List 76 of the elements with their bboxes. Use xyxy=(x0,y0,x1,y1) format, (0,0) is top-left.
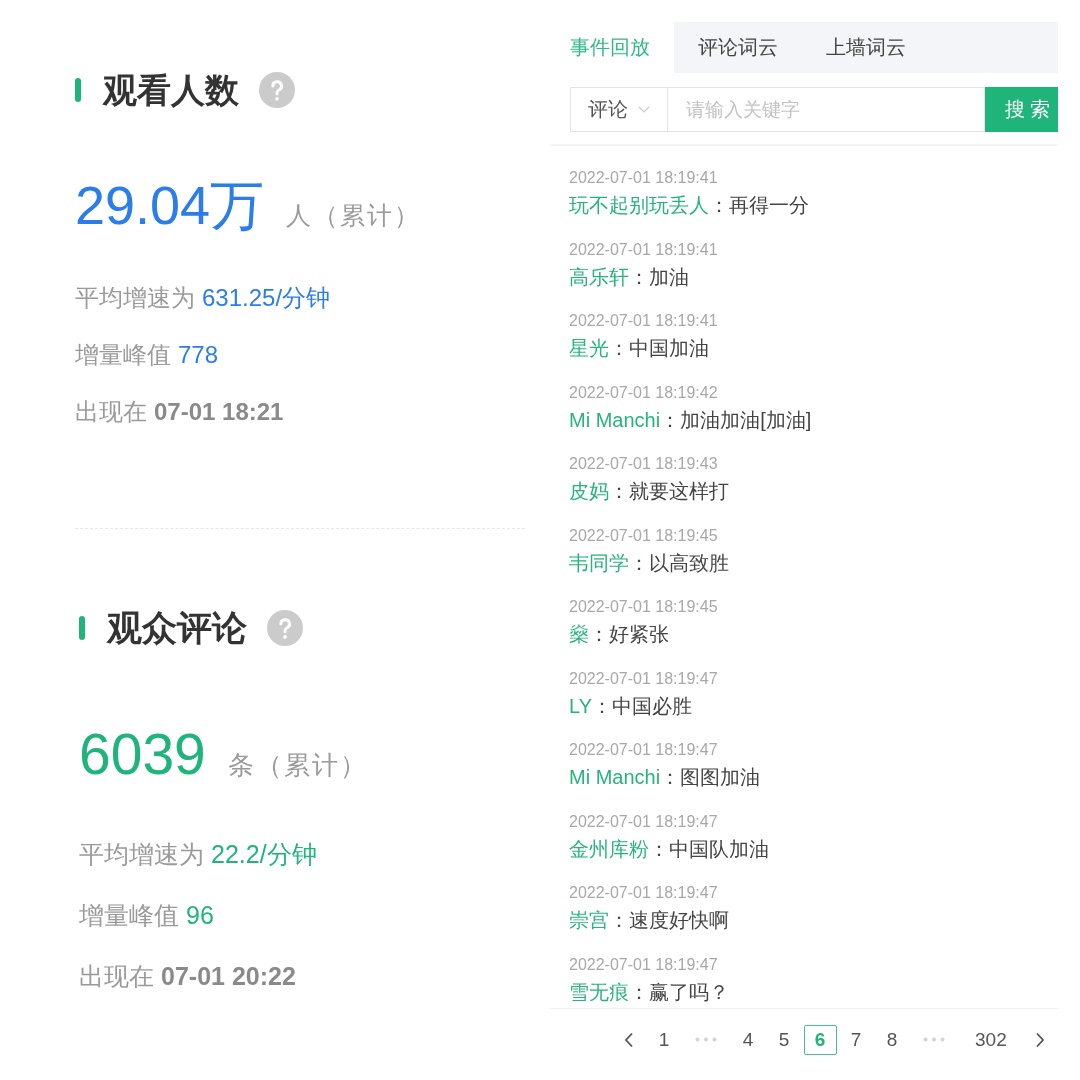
help-icon[interactable] xyxy=(267,610,303,646)
comment-time: 2022-07-01 18:19:43 xyxy=(569,454,718,474)
comment-time: 2022-07-01 18:19:47 xyxy=(569,668,718,689)
comment-text: ：图图加油 xyxy=(660,766,761,788)
comment-text: ：以高致胜 xyxy=(629,551,729,574)
page-number[interactable]: 8 xyxy=(875,1024,909,1055)
stat-label: 增量峰值 xyxy=(75,340,171,370)
user-name[interactable]: 雪无痕 xyxy=(569,980,629,1003)
comment-text: ：中国队加油 xyxy=(649,837,769,860)
comment-text: ：就要这样打 xyxy=(609,480,729,502)
stat-unit: 人（累计） xyxy=(286,200,422,231)
user-name[interactable]: 皮妈 xyxy=(569,480,609,502)
comment-text: ：赢了吗？ xyxy=(629,980,729,1003)
page-number[interactable]: 5 xyxy=(767,1024,801,1055)
user-name[interactable]: 玩不起别玩丢人 xyxy=(569,194,709,216)
stat-value: 96 xyxy=(186,900,214,931)
page-number[interactable]: 1 xyxy=(647,1024,681,1055)
comment-time: 2022-07-01 18:19:45 xyxy=(569,597,718,617)
stat-value: 778 xyxy=(178,340,219,370)
chevron-right-icon[interactable] xyxy=(1035,1031,1046,1048)
accent-bar-icon xyxy=(79,616,85,640)
user-name[interactable]: 高乐轩 xyxy=(569,265,629,288)
stat-label: 增量峰值 xyxy=(79,900,179,931)
stat-label: 平均增速为 xyxy=(79,839,204,870)
search-button[interactable]: 搜 索 xyxy=(985,87,1058,132)
comment-text: ：再得一分 xyxy=(709,194,809,216)
comment-text: ：中国加油 xyxy=(609,337,709,359)
comment-time: 2022-07-01 18:19:47 xyxy=(569,811,718,832)
comment-time: 2022-07-01 18:19:47 xyxy=(569,954,718,975)
chevron-down-icon xyxy=(638,106,650,113)
stat-value: 22.2/分钟 xyxy=(211,839,317,870)
stat-value: 07-01 18:21 xyxy=(154,397,284,427)
page-number[interactable]: 7 xyxy=(839,1024,873,1055)
search-field[interactable]: 请输入关键字 xyxy=(668,87,985,132)
tab[interactable]: 上墙词云 xyxy=(802,22,930,73)
comment-time: 2022-07-01 18:19:47 xyxy=(569,740,718,760)
user-name[interactable]: 韦同学 xyxy=(569,551,629,574)
comment-text: ：好紧张 xyxy=(589,623,669,645)
stat-unit: 条（累计） xyxy=(227,749,368,782)
stat-label: 平均增速为 xyxy=(75,283,195,313)
stat-value: 07-01 20:22 xyxy=(161,961,296,992)
page-number[interactable]: 6 xyxy=(803,1024,837,1055)
user-name[interactable]: LY xyxy=(569,694,592,717)
comment-time: 2022-07-01 18:19:47 xyxy=(569,883,718,903)
tab[interactable]: 事件回放 xyxy=(550,22,674,73)
user-name[interactable]: Mi Manchi xyxy=(569,766,661,788)
stat-value: 631.25/分钟 xyxy=(202,283,331,313)
comment-text: ：加油 xyxy=(629,265,689,288)
help-icon[interactable] xyxy=(259,72,295,108)
section-title: 观看人数 xyxy=(103,70,239,111)
ellipsis-icon[interactable] xyxy=(695,1037,717,1042)
stat-label: 出现在 xyxy=(79,961,154,992)
comment-text: ：加油加油[加油] xyxy=(660,408,812,431)
user-name[interactable]: 金州库粉 xyxy=(569,837,649,860)
comment-time: 2022-07-01 18:19:41 xyxy=(569,168,718,188)
filter-select[interactable]: 评论 xyxy=(570,87,668,132)
stat-number: 6039 xyxy=(79,722,206,786)
comment-text: ：速度好快啊 xyxy=(609,909,729,931)
user-name[interactable]: Mi Manchi xyxy=(569,408,661,431)
section-title: 观众评论 xyxy=(107,607,247,649)
page-number[interactable]: 4 xyxy=(731,1024,765,1055)
stat-label: 出现在 xyxy=(75,397,147,427)
user-name[interactable]: 燊 xyxy=(569,623,589,645)
page-number[interactable]: 302 xyxy=(970,1024,1012,1055)
comment-time: 2022-07-01 18:19:41 xyxy=(569,311,718,331)
user-name[interactable]: 星光 xyxy=(569,337,609,359)
stat-number: 29.04万 xyxy=(75,174,265,237)
chevron-left-icon[interactable] xyxy=(624,1031,634,1048)
comment-time: 2022-07-01 18:19:42 xyxy=(569,382,718,403)
user-name[interactable]: 崇宫 xyxy=(569,909,609,931)
ellipsis-icon[interactable] xyxy=(923,1037,945,1042)
comment-text: ：中国必胜 xyxy=(592,694,692,717)
tab[interactable]: 评论词云 xyxy=(674,22,802,73)
comment-time: 2022-07-01 18:19:45 xyxy=(569,525,718,546)
accent-bar-icon xyxy=(75,78,81,102)
comment-time: 2022-07-01 18:19:41 xyxy=(569,239,718,260)
